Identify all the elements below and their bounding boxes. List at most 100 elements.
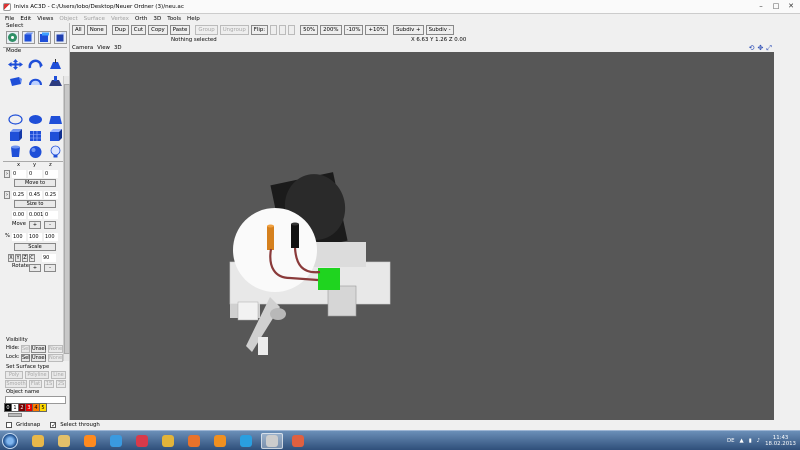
left-panel-scrollbar[interactable] (63, 76, 70, 361)
palette-scroll-handle[interactable] (8, 413, 22, 417)
minimize-button[interactable]: – (756, 2, 766, 11)
position-z-field[interactable]: 0 (44, 170, 58, 178)
taskbar-app-orange-button[interactable] (209, 433, 231, 449)
zoom-200-button[interactable]: 200% (320, 25, 342, 35)
menu-orth[interactable]: Orth (135, 16, 147, 22)
position-x-field[interactable]: 0 (12, 170, 26, 178)
select-none-button[interactable]: None (86, 25, 107, 35)
paste-button[interactable]: Paste (169, 25, 191, 35)
surface-polyline-button[interactable]: Polyline (25, 371, 49, 379)
maximize-button[interactable]: □ (771, 2, 781, 11)
create-grid-box-button[interactable] (26, 128, 45, 143)
axis-y-button[interactable]: Y (15, 254, 21, 262)
menu-file[interactable]: File (5, 16, 14, 22)
menu-vertex[interactable]: Vertex (111, 16, 129, 22)
create-circle-button[interactable] (6, 112, 25, 127)
size-y-field[interactable]: 0.45 (28, 191, 42, 199)
taskbar-app-red-button[interactable] (131, 433, 153, 449)
network-icon[interactable]: ▮ (749, 438, 752, 444)
palette-swatch[interactable]: 5 (39, 403, 47, 412)
subdiv-minus-button[interactable]: Subdiv - (425, 25, 454, 35)
view-mode-label[interactable]: 3D (114, 45, 122, 51)
surface-poly-button[interactable]: Poly (5, 371, 23, 379)
create-cylinder-button[interactable] (6, 144, 25, 159)
surface-2s-button[interactable]: 2S (56, 380, 66, 388)
taskbar-skype-button[interactable] (235, 433, 257, 449)
mode-extrude-button[interactable] (6, 74, 25, 89)
mode-move-button[interactable] (6, 57, 25, 72)
taskbar-chrome-button[interactable] (157, 433, 179, 449)
zoom-view-icon[interactable]: ⤢ (766, 44, 772, 52)
surface-1s-button[interactable]: 1S (44, 380, 54, 388)
mode-rotate-button[interactable] (26, 57, 45, 72)
zoom-plus-10-button[interactable]: +10% (365, 25, 388, 35)
view-menu[interactable]: View (97, 45, 110, 51)
tray-arrow-icon[interactable]: ▲ (740, 438, 744, 444)
move-to-button[interactable]: Move to (14, 179, 56, 187)
menu-tools[interactable]: Tools (167, 16, 181, 22)
language-indicator[interactable]: DE (727, 438, 735, 444)
rotate-plus-button[interactable]: + (29, 264, 41, 272)
move-z-field[interactable]: 0 (44, 211, 58, 219)
taskbar-ac3d-button[interactable] (261, 433, 283, 449)
menu-edit[interactable]: Edit (20, 16, 31, 22)
select-object-button[interactable] (22, 31, 35, 44)
size-x-field[interactable]: 0.25 (12, 191, 26, 199)
move-y-field[interactable]: 0.001 (28, 211, 43, 219)
move-plus-button[interactable]: + (29, 221, 41, 229)
flip-y-button[interactable] (279, 25, 287, 35)
group-button[interactable]: Group (195, 25, 218, 35)
select-all-button[interactable]: All (72, 25, 85, 35)
cut-button[interactable]: Cut (130, 25, 147, 35)
clock[interactable]: 11:43 18.02.2013 (765, 435, 796, 447)
pan-view-icon[interactable]: ✥ (758, 44, 764, 52)
ungroup-button[interactable]: Ungroup (219, 25, 249, 35)
axis-c-button[interactable]: C (29, 254, 35, 262)
mode-scale-button[interactable] (46, 57, 65, 72)
hide-unsel-button[interactable]: Unsel (31, 345, 46, 353)
taskbar-explorer-button[interactable] (53, 433, 75, 449)
mode-bend-button[interactable] (26, 74, 45, 89)
hide-none-button[interactable]: None (48, 345, 63, 353)
rotate-minus-button[interactable]: - (44, 264, 56, 272)
volume-icon[interactable]: ♪ (757, 438, 760, 444)
axis-x-button[interactable]: X (8, 254, 14, 262)
scale-x-field[interactable]: 100 (12, 233, 26, 241)
create-disk-button[interactable] (26, 112, 45, 127)
scale-z-field[interactable]: 100 (44, 233, 58, 241)
select-surface-button[interactable] (54, 31, 67, 44)
select-through-checkbox[interactable]: ✓ (50, 422, 56, 429)
scale-y-field[interactable]: 100 (28, 233, 42, 241)
select-vertex-button[interactable] (6, 31, 19, 44)
flip-x-button[interactable] (270, 25, 278, 35)
lock-none-button[interactable]: None (48, 354, 63, 362)
camera-menu[interactable]: Camera (72, 45, 93, 51)
rotate-angle-field[interactable]: 90 (42, 254, 56, 262)
subdiv-plus-button[interactable]: Subdiv + (392, 25, 424, 35)
copy-button[interactable]: Copy (148, 25, 168, 35)
lock-unsel-button[interactable]: Unsel (31, 354, 46, 362)
lock-sel-button[interactable]: Sel (21, 354, 30, 362)
zoom-50-button[interactable]: 50% (300, 25, 319, 35)
hide-sel-button[interactable]: Sel (21, 345, 30, 353)
flip-z-button[interactable] (288, 25, 296, 35)
taskbar-media-player-button[interactable] (79, 433, 101, 449)
surface-line-button[interactable]: Line (51, 371, 66, 379)
gridsnap-checkbox[interactable] (6, 422, 12, 428)
start-button[interactable] (2, 433, 18, 449)
taskbar-folder-button[interactable] (27, 433, 49, 449)
3d-viewport[interactable] (70, 52, 774, 420)
scale-button[interactable]: Scale (14, 243, 56, 251)
flip-button[interactable]: Flip: (250, 25, 269, 35)
duplicate-button[interactable]: Dup (111, 25, 129, 35)
create-sphere-button[interactable] (26, 144, 45, 159)
menu-object[interactable]: Object (59, 16, 77, 22)
surface-smooth-button[interactable]: Smooth (5, 380, 27, 388)
size-to-button[interactable]: Size to (14, 200, 56, 208)
menu-surface[interactable]: Surface (84, 16, 105, 22)
move-x-field[interactable]: 0.00 (12, 211, 26, 219)
move-minus-button[interactable]: - (44, 221, 56, 229)
taskbar-internet-explorer-button[interactable] (105, 433, 127, 449)
taskbar-firefox-button[interactable] (183, 433, 205, 449)
size-arrow-button[interactable]: › (4, 191, 10, 199)
